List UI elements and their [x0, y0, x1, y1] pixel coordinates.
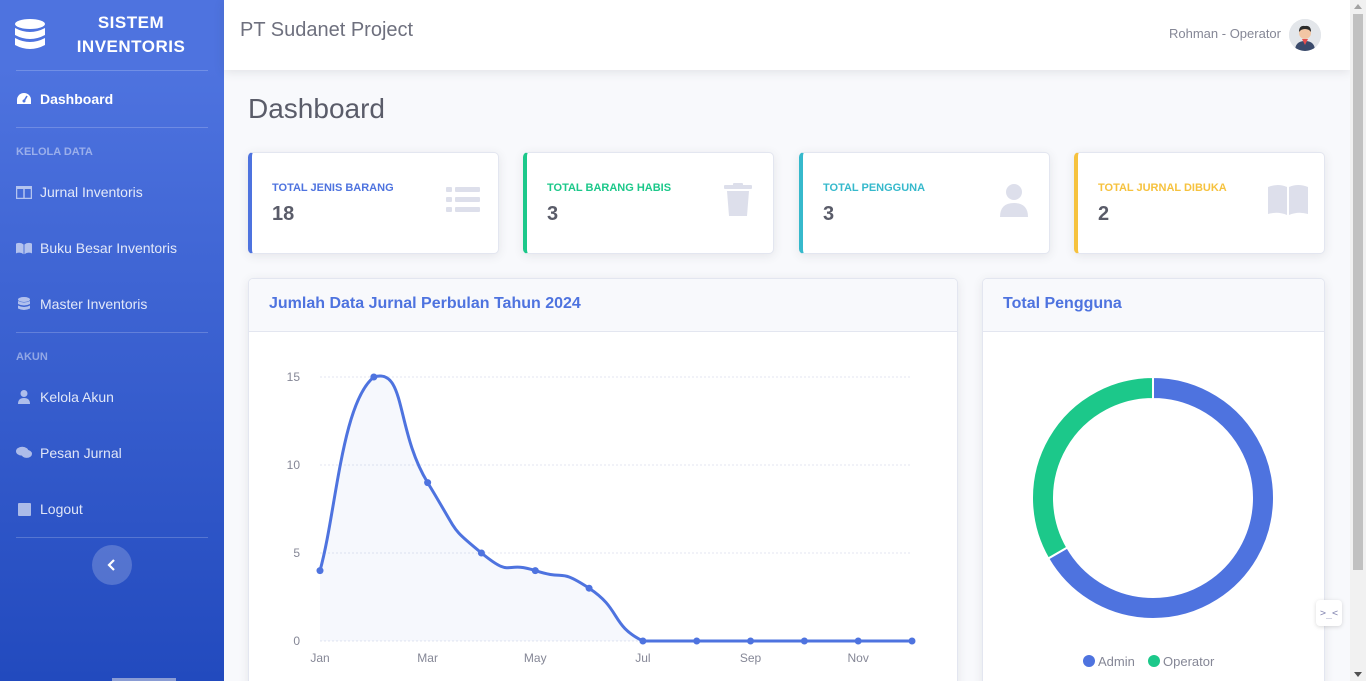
sidebar: SISTEM INVENTORIS Dashboard KELOLA DATA …: [0, 0, 224, 681]
data-point: [370, 373, 378, 381]
x-tick-label: Mar: [417, 651, 438, 665]
stat-card-jenis-barang: TOTAL JENIS BARANG 18: [248, 152, 499, 254]
sidebar-item-jurnal-inventoris[interactable]: Jurnal Inventoris: [0, 164, 224, 220]
trash-icon: [724, 183, 752, 216]
list-icon: [446, 187, 480, 212]
sidebar-item-label: Dashboard: [40, 91, 114, 107]
user-name[interactable]: Rohman - Operator: [1169, 26, 1281, 41]
line-area: [320, 375, 912, 641]
donut-chart: Admin Operator: [1031, 375, 1275, 669]
sidebar-item-master-inventoris[interactable]: Master Inventoris: [0, 276, 224, 332]
data-point: [854, 637, 862, 645]
sidebar-item-label: Buku Besar Inventoris: [40, 240, 177, 256]
line-chart-title: Jumlah Data Jurnal Perbulan Tahun 2024: [249, 279, 957, 332]
square-icon: [16, 502, 32, 516]
sidebar-item-label: Jurnal Inventoris: [40, 184, 143, 200]
stat-card-pengguna: TOTAL PENGGUNA 3: [799, 152, 1050, 254]
pie-chart-card: Total Pengguna Admin Operator: [982, 278, 1325, 681]
sidebar-item-label: Logout: [40, 501, 83, 517]
x-tick-label: May: [524, 651, 547, 665]
sidebar-item-label: Pesan Jurnal: [40, 445, 122, 461]
database-icon: [16, 297, 32, 311]
topbar: PT Sudanet Project Rohman - Operator: [224, 0, 1350, 70]
x-tick-label: Nov: [848, 651, 869, 665]
data-point: [585, 584, 593, 592]
sidebar-item-label: Kelola Akun: [40, 389, 114, 405]
x-tick-label: Jan: [310, 651, 329, 665]
stat-label: TOTAL JENIS BARANG: [272, 182, 394, 194]
data-point: [800, 637, 808, 645]
columns-icon: [16, 185, 32, 199]
comments-icon: [16, 446, 32, 460]
chevron-left-icon: [107, 559, 115, 571]
stat-label: TOTAL JURNAL DIBUKA: [1098, 182, 1227, 194]
stat-card-jurnal-dibuka: TOTAL JURNAL DIBUKA 2: [1074, 152, 1325, 254]
database-icon: [15, 19, 45, 49]
sidebar-item-kelola-akun[interactable]: Kelola Akun: [0, 369, 224, 425]
sidebar-item-buku-besar[interactable]: Buku Besar Inventoris: [0, 220, 224, 276]
sidebar-item-logout[interactable]: Logout: [0, 481, 224, 537]
sidebar-divider: [16, 537, 208, 538]
brand-line-1: SISTEM: [97, 13, 165, 32]
data-point: [908, 637, 916, 645]
donut-slice: [1031, 375, 1154, 560]
legend-swatch: [1083, 655, 1095, 667]
legend-label: Operator: [1163, 654, 1215, 669]
y-tick-label: 10: [287, 458, 301, 472]
stat-label: TOTAL PENGGUNA: [823, 182, 926, 194]
scrollbar-thumb[interactable]: [1353, 14, 1363, 570]
data-point: [693, 637, 701, 645]
line-chart-card: Jumlah Data Jurnal Perbulan Tahun 2024 0…: [248, 278, 958, 681]
data-point: [316, 567, 324, 575]
stat-value: 18: [272, 203, 295, 225]
book-open-icon: [16, 241, 32, 255]
x-tick-label: Sep: [740, 651, 762, 665]
brand-title: SISTEM INVENTORIS: [46, 11, 224, 59]
legend-swatch: [1148, 655, 1160, 667]
sidebar-heading-kelola: KELOLA DATA: [16, 146, 93, 158]
page-title: Dashboard: [248, 93, 385, 124]
project-title: PT Sudanet Project: [240, 19, 414, 41]
avatar[interactable]: [1289, 19, 1321, 51]
y-tick-label: 0: [293, 634, 300, 648]
data-point: [639, 637, 647, 645]
scroll-down-arrow-icon[interactable]: [1354, 672, 1362, 677]
scroll-up-arrow-icon[interactable]: [1354, 4, 1362, 9]
stat-card-barang-habis: TOTAL BARANG HABIS 3: [523, 152, 774, 254]
line-chart: 0 5 10 15 Jan Mar May Jul Sep Nov: [287, 370, 916, 665]
data-point: [424, 479, 432, 487]
stat-value: 3: [547, 203, 559, 225]
user-icon: [1000, 184, 1028, 217]
y-tick-label: 5: [293, 546, 300, 560]
user-avatar-icon: [1289, 19, 1321, 51]
vertical-scrollbar[interactable]: [1350, 0, 1366, 681]
sidebar-heading-akun: AKUN: [16, 351, 48, 363]
sidebar-item-label: Master Inventoris: [40, 296, 148, 312]
floating-helper-button[interactable]: >_<: [1316, 600, 1342, 626]
data-point: [477, 549, 485, 557]
stat-label: TOTAL BARANG HABIS: [547, 182, 672, 194]
x-tick-label: Jul: [635, 651, 650, 665]
data-point: [747, 637, 755, 645]
pie-chart-title: Total Pengguna: [983, 279, 1324, 332]
stat-value: 2: [1098, 203, 1110, 225]
legend-label: Admin: [1098, 654, 1135, 669]
y-tick-label: 15: [287, 370, 301, 384]
sidebar-toggle-button[interactable]: [92, 545, 132, 585]
data-point: [531, 567, 539, 575]
stat-value: 3: [823, 203, 835, 225]
user-icon: [16, 390, 32, 404]
sidebar-item-pesan-jurnal[interactable]: Pesan Jurnal: [0, 425, 224, 481]
brand-line-2: INVENTORIS: [76, 37, 186, 56]
book-open-icon: [1268, 185, 1308, 215]
tachometer-icon: [16, 92, 32, 106]
sidebar-item-dashboard[interactable]: Dashboard: [0, 71, 224, 127]
sidebar-brand[interactable]: SISTEM INVENTORIS: [0, 0, 224, 70]
